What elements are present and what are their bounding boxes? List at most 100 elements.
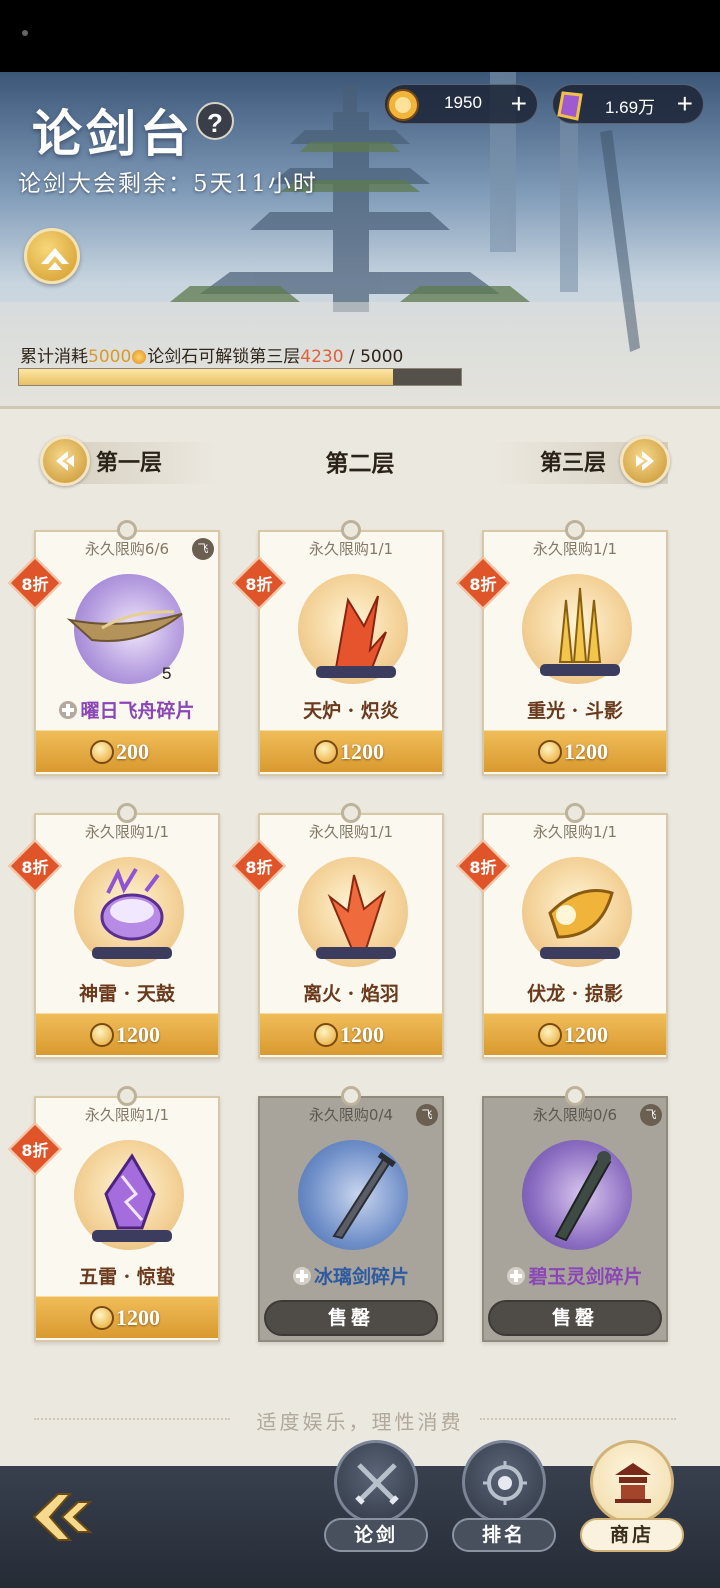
purchase-limit: 永久限购1/1 <box>84 1106 170 1124</box>
shop-item-card[interactable]: 永久限购1/1 8折 重光 · 斗影 1200 <box>456 520 668 776</box>
next-layer-button[interactable] <box>620 436 670 486</box>
progress-current: 4230 <box>300 347 344 367</box>
fire-blade-icon <box>316 595 396 678</box>
shop-item-card[interactable]: 永久限购1/1 8折 伏龙 · 掠影 1200 <box>456 803 668 1059</box>
nav-icon-frame <box>334 1440 418 1524</box>
fly-tag: 飞 <box>416 1104 438 1126</box>
gold-coin-icon <box>387 89 419 121</box>
header-banner: 论剑台 ? 论剑大会剩余：5天11小时 1950 + 1.69万 + 累计消耗 5… <box>0 72 720 410</box>
gold-coin-icon <box>538 740 562 764</box>
discount-badge: 8折 <box>8 1122 62 1176</box>
dragon-blade-icon <box>540 889 620 959</box>
purchase-limit: 永久限购1/1 <box>532 823 618 841</box>
buy-button[interactable]: 1200 <box>36 1013 218 1055</box>
nav-lunjian[interactable]: 论剑 <box>324 1440 428 1570</box>
collapse-button[interactable] <box>24 228 80 284</box>
buy-button[interactable]: 1200 <box>484 1013 666 1055</box>
item-name: 伏龙 · 掠影 <box>527 983 623 1005</box>
flying-boat-icon <box>66 610 183 642</box>
status-bar <box>0 0 720 72</box>
gold-coin-icon <box>314 740 338 764</box>
buy-button[interactable]: 200 <box>36 730 218 772</box>
gem-amount: 1.69万 <box>604 98 656 117</box>
bottom-nav: 论剑 排名 商店 <box>0 1440 720 1588</box>
fly-tag: 飞 <box>640 1104 662 1126</box>
status-dot <box>22 30 28 36</box>
chevron-right-icon <box>636 451 654 471</box>
nav-icon-frame <box>462 1440 546 1524</box>
fragment-icon <box>59 701 78 719</box>
unlock-progress-text: 累计消耗5000 论剑石可解锁第三层4230 / 5000 <box>20 342 403 367</box>
sold-out-label: 售罄 <box>488 1300 662 1336</box>
progress-prefix: 累计消耗 <box>20 347 88 367</box>
shop-item-card[interactable]: 永久限购1/1 8折 天炉 · 炽炎 1200 <box>232 520 444 776</box>
gold-amount: 1950 <box>444 93 482 112</box>
fly-tag: 飞 <box>192 538 214 560</box>
item-price: 1200 <box>340 1022 384 1047</box>
shop-pavilion-icon <box>615 1463 651 1503</box>
golden-crown-blades-icon <box>540 587 620 676</box>
jade-sword-icon <box>554 1151 612 1242</box>
nav-icon-frame <box>590 1440 674 1524</box>
progress-total: 5000 <box>360 347 404 367</box>
shop-item-card[interactable]: 永久限购1/1 8折 神雷 · 天鼓 1200 <box>8 803 220 1059</box>
shop-item-card-soldout: 永久限购0/6 飞 碧玉灵剑碎片 售罄 <box>482 1086 668 1342</box>
shop-item-card[interactable]: 永久限购1/1 8折 离火 · 焰羽 1200 <box>232 803 444 1059</box>
nav-ranking[interactable]: 排名 <box>452 1440 556 1570</box>
shop-item-card-soldout: 永久限购0/4 飞 冰璃剑碎片 售罄 <box>258 1086 444 1342</box>
chevron-up-icon <box>41 248 69 270</box>
buy-button[interactable]: 1200 <box>260 730 442 772</box>
item-name: 重光 · 斗影 <box>527 700 623 722</box>
currency-gem: 1.69万 + <box>552 84 704 124</box>
event-countdown: 论剑大会剩余：5天11小时 <box>18 171 318 197</box>
discount-badge: 8折 <box>8 839 62 893</box>
healthy-gaming-notice: 适度娱乐，理性消费 <box>0 1406 720 1435</box>
help-button[interactable]: ? <box>196 102 234 140</box>
back-arrow-icon[interactable] <box>28 1482 98 1552</box>
card-hanger <box>117 1086 137 1106</box>
add-gem-button[interactable]: + <box>677 89 693 119</box>
gold-coin-icon <box>314 1023 338 1047</box>
buy-button[interactable]: 1200 <box>484 730 666 772</box>
item-price: 1200 <box>564 739 608 764</box>
nav-label: 论剑 <box>324 1518 428 1552</box>
item-price: 1200 <box>116 1022 160 1047</box>
item-price: 1200 <box>564 1022 608 1047</box>
discount-badge: 8折 <box>232 839 286 893</box>
progress-separator: / <box>343 347 361 367</box>
nav-label: 排名 <box>452 1518 556 1552</box>
add-gold-button[interactable]: + <box>511 89 527 119</box>
item-name: 离火 · 焰羽 <box>303 983 399 1005</box>
shop-item-card[interactable]: 永久限购6/6 飞 8折 5 曜日飞舟碎片 200 <box>8 520 220 776</box>
discount-badge: 8折 <box>456 556 510 610</box>
item-name: 天炉 · 炽炎 <box>303 700 399 722</box>
buy-button[interactable]: 1200 <box>260 1013 442 1055</box>
card-hanger <box>117 803 137 823</box>
buy-button[interactable]: 1200 <box>36 1296 218 1338</box>
purchase-limit: 永久限购1/1 <box>308 540 394 558</box>
item-name: 冰璃剑碎片 <box>258 1262 444 1289</box>
gold-coin-icon <box>90 1306 114 1330</box>
fragment-icon <box>292 1267 311 1285</box>
item-name: 神雷 · 天鼓 <box>79 983 175 1005</box>
gold-coin-icon <box>90 740 114 764</box>
shop-item-card[interactable]: 永久限购1/1 8折 五雷 · 惊蛰 1200 <box>8 1086 220 1342</box>
purchase-limit: 永久限购1/1 <box>84 823 170 841</box>
thunder-drum-icon <box>92 867 172 959</box>
item-price: 1200 <box>340 739 384 764</box>
discount-badge: 8折 <box>456 839 510 893</box>
card-hanger <box>117 520 137 540</box>
card-hanger <box>565 520 585 540</box>
sold-out-label: 售罄 <box>264 1300 438 1336</box>
lightning-crystal-icon <box>92 1153 172 1242</box>
gold-coin-icon <box>538 1023 562 1047</box>
flame-feather-icon <box>316 874 396 959</box>
item-price: 1200 <box>116 1305 160 1330</box>
item-quantity: 5 <box>162 664 172 683</box>
nav-shop[interactable]: 商店 <box>580 1440 684 1570</box>
progress-suffix: 论剑石可解锁第三层 <box>147 347 301 367</box>
ice-sword-icon <box>332 1151 396 1240</box>
card-hanger <box>341 1086 361 1106</box>
card-hanger <box>565 803 585 823</box>
page-title: 论剑台 <box>32 104 194 163</box>
